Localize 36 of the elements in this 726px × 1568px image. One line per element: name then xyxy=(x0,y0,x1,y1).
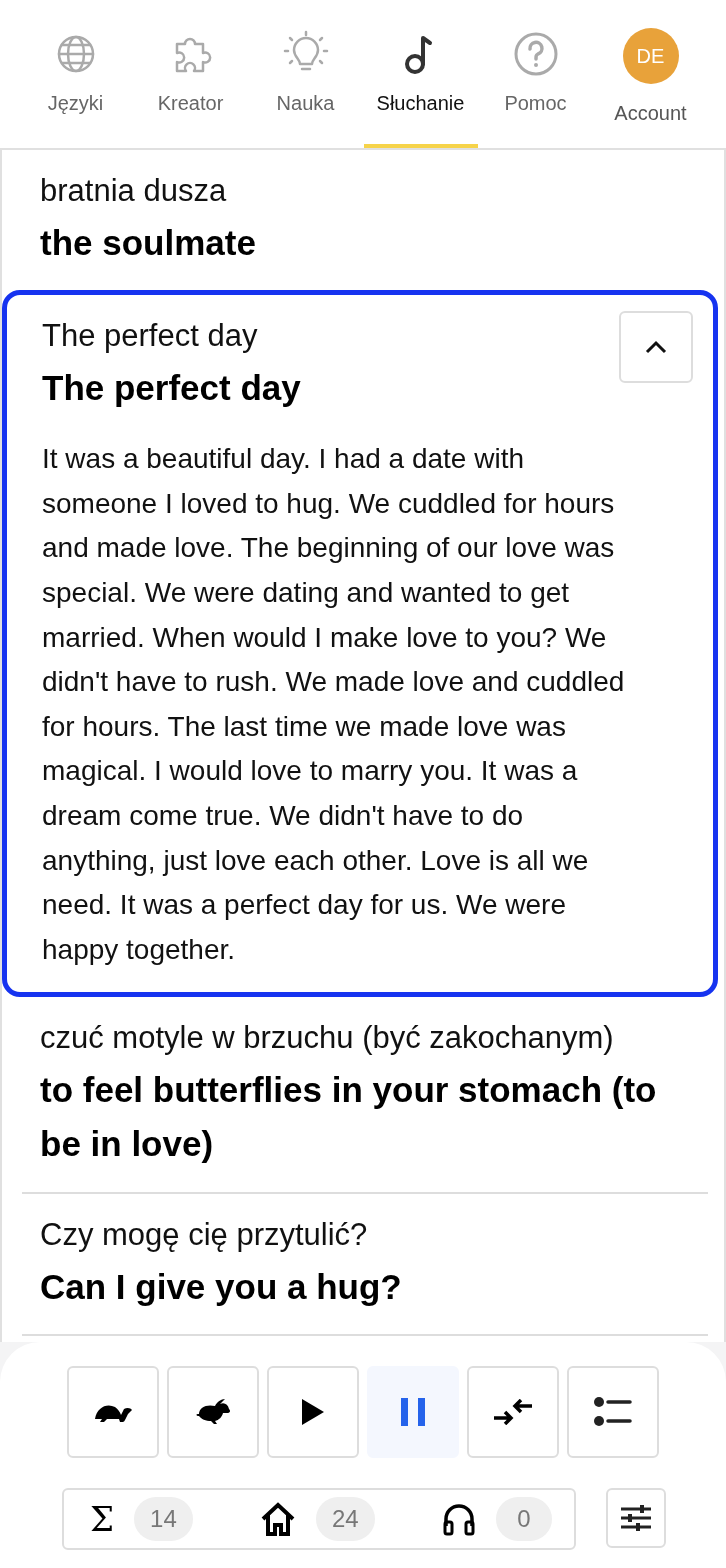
nav-tab[interactable]: Języki xyxy=(18,0,133,148)
settings-icon xyxy=(620,1504,652,1532)
rabbit-button[interactable] xyxy=(167,1366,259,1458)
sigma-symbol: Σ xyxy=(90,1502,115,1536)
nav-tab[interactable]: Pomoc xyxy=(478,0,593,148)
story-text: It was a beautiful day. I had a date with someone I loved to hug. We cuddled for hours and made love. The beginning of our love was special. We were dating and wanted to get married. When would I make love to you? We didn't have to rush. We made love and cuddled for hours. The last time we made love was magical. I would love to marry you. It was a dream come true. We didn't have to do anything, just love each other. Love is all we need. It was a perfect day for us. We were happy together. xyxy=(42,442,626,967)
account-label: Account xyxy=(614,101,687,126)
account-button[interactable]: DE Account xyxy=(593,0,708,148)
pause-icon xyxy=(401,1398,425,1426)
home-icon xyxy=(260,1502,296,1536)
source-text: The perfect day xyxy=(42,317,259,356)
count-badge: 24 xyxy=(316,1497,375,1541)
avatar: DE xyxy=(622,28,679,84)
translation-text: the soulmate xyxy=(40,221,257,264)
turtle-button[interactable] xyxy=(67,1366,159,1458)
source-text: bratnia dusza xyxy=(40,172,228,210)
nav-tab[interactable]: Kreator xyxy=(133,0,248,148)
chevron-up-icon xyxy=(645,340,667,355)
headphones-icon xyxy=(442,1502,476,1536)
source-text: czuć motyle w brzuchu (być zakochanym) xyxy=(40,1019,615,1058)
nav-tab[interactable]: Słuchanie xyxy=(363,0,478,148)
translation-text: to feel butterflies in your stomach (to be in love) xyxy=(40,1069,658,1166)
count-badge: 14 xyxy=(134,1497,193,1541)
settings-button[interactable] xyxy=(606,1488,666,1548)
nav-tab[interactable]: Nauka xyxy=(248,0,363,148)
translation-text: Can I give you a hug? xyxy=(40,1265,403,1308)
list-button[interactable] xyxy=(567,1366,659,1458)
translation-text: The perfect day xyxy=(42,366,302,409)
pause-button[interactable] xyxy=(367,1366,459,1458)
count-badge: 0 xyxy=(496,1497,552,1541)
arrows-icon xyxy=(492,1399,534,1425)
play-button[interactable] xyxy=(267,1366,359,1458)
source-text: Czy mogę cię przytulić? xyxy=(40,1215,369,1254)
shuffle-button[interactable] xyxy=(467,1366,559,1458)
list-icon xyxy=(594,1397,632,1427)
play-icon xyxy=(302,1399,324,1425)
